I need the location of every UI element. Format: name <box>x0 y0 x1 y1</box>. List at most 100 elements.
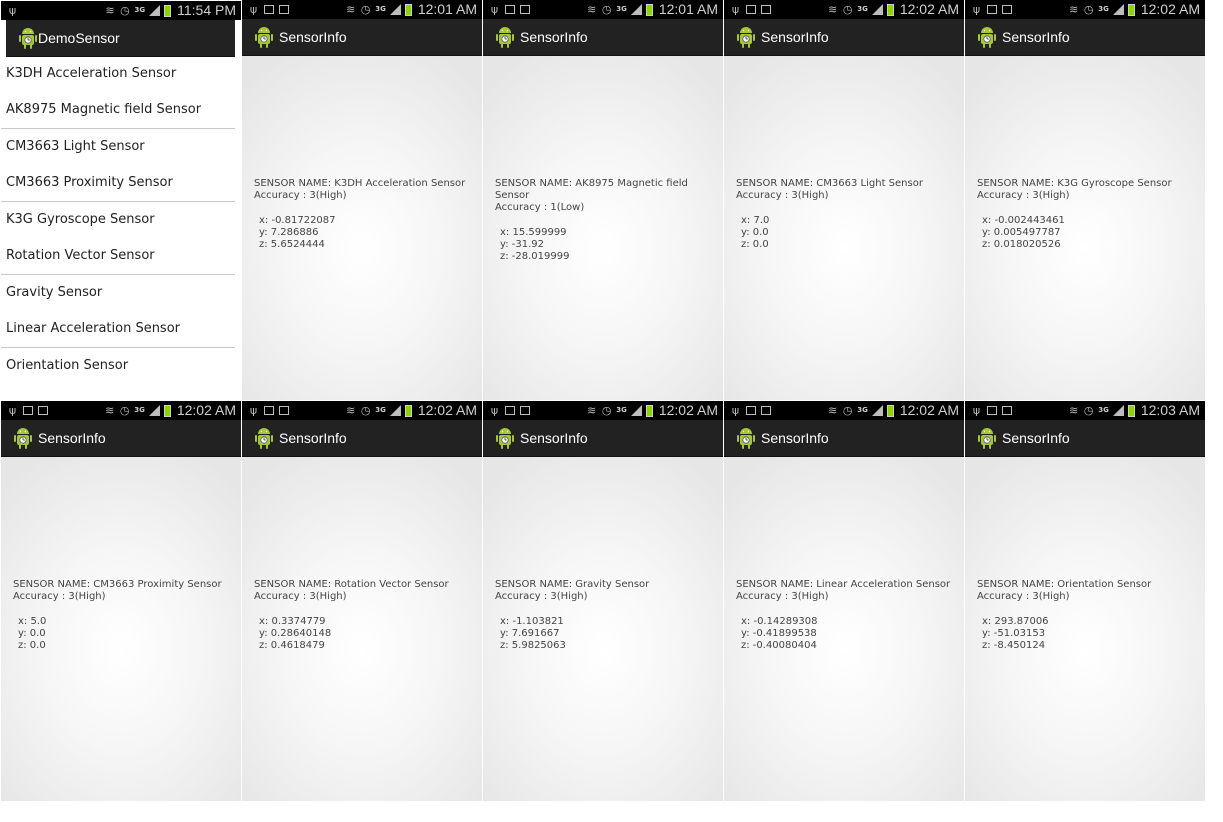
value-z: z: 0.0 <box>741 239 769 250</box>
android-app-icon[interactable] <box>18 27 38 49</box>
app-title: SensorInfo <box>761 29 829 45</box>
value-y: y: -31.92 <box>500 239 544 250</box>
screenshot-icon <box>520 406 530 415</box>
battery-icon <box>886 404 894 417</box>
android-app-icon[interactable] <box>495 26 515 48</box>
sensor-name-cont: Sensor <box>495 190 530 201</box>
value-y: y: 0.005497787 <box>982 227 1061 238</box>
usb-icon: ψ <box>731 2 740 16</box>
android-app-icon[interactable] <box>254 26 274 48</box>
battery-icon <box>1127 404 1135 417</box>
alarm-icon: ◷ <box>1083 2 1094 16</box>
sensor-details: SENSOR NAME: CM3663 Proximity Sensor Acc… <box>13 579 222 652</box>
battery-icon <box>1127 3 1135 16</box>
app-title: SensorInfo <box>1002 430 1070 446</box>
signal-icon <box>871 405 883 416</box>
android-app-icon[interactable] <box>736 26 756 48</box>
android-app-icon[interactable] <box>495 427 515 449</box>
screenshot-icon <box>38 406 48 415</box>
android-app-icon[interactable] <box>254 427 274 449</box>
screenshot-icon <box>279 5 289 14</box>
value-y: y: -0.41899538 <box>741 628 817 639</box>
app-title: DemoSensor <box>38 30 120 46</box>
3g-icon: 3G <box>1098 5 1109 13</box>
battery-icon <box>404 3 412 16</box>
android-app-icon[interactable] <box>977 427 997 449</box>
list-item[interactable]: AK8975 Magnetic field Sensor <box>1 92 235 128</box>
list-item[interactable]: CM3663 Proximity Sensor <box>1 165 235 201</box>
status-time: 12:02 AM <box>899 402 959 418</box>
alarm-icon: ◷ <box>601 403 612 417</box>
action-bar: DemoSensor <box>6 20 235 57</box>
app-title: SensorInfo <box>1002 29 1070 45</box>
3g-icon: 3G <box>134 6 146 14</box>
status-bar: ψ ≋ ◷ 3G 12:01 AM <box>483 0 723 19</box>
alarm-icon: ◷ <box>601 2 612 16</box>
battery-icon <box>404 404 412 417</box>
android-app-icon[interactable] <box>977 26 997 48</box>
sensor-info-screen: ψ ≋ ◷ 3G 12:02 AM SensorInfo SENSOR NAME… <box>242 401 482 801</box>
sensor-name: SENSOR NAME: Linear Acceleration Sensor <box>736 579 951 590</box>
alarm-icon: ◷ <box>120 3 130 17</box>
list-item[interactable]: Orientation Sensor <box>1 348 235 384</box>
value-z: z: 0.4618479 <box>259 640 325 651</box>
value-y: y: 0.0 <box>18 628 46 639</box>
value-x: x: 15.599999 <box>500 227 567 238</box>
sensor-info-screen: ψ ≋ ◷ 3G 12:02 AM SensorInfo SENSOR NAME… <box>724 401 964 801</box>
battery-icon <box>886 3 894 16</box>
mute-icon: ≋ <box>587 2 597 16</box>
sensor-name: SENSOR NAME: CM3663 Proximity Sensor <box>13 579 222 590</box>
mute-icon: ≋ <box>346 403 356 417</box>
list-item[interactable]: Rotation Vector Sensor <box>1 238 235 274</box>
action-bar: SensorInfo <box>1 420 241 457</box>
sensor-name: SENSOR NAME: K3G Gyroscope Sensor <box>977 178 1172 189</box>
usb-icon: ψ <box>490 403 499 417</box>
sensor-name: SENSOR NAME: Orientation Sensor <box>977 579 1152 590</box>
screenshot-icon <box>761 406 771 415</box>
status-bar: ψ ≋ ◷ 3G 12:02 AM <box>724 401 964 420</box>
status-time: 12:01 AM <box>658 1 718 17</box>
alarm-icon: ◷ <box>842 403 853 417</box>
value-x: x: 293.87006 <box>982 616 1049 627</box>
usb-icon: ψ <box>972 403 981 417</box>
sensor-details: SENSOR NAME: K3G Gyroscope Sensor Accura… <box>977 178 1172 251</box>
status-bar: ψ ≋ ◷ 3G 11:54 PM <box>1 1 241 20</box>
usb-icon: ψ <box>490 2 499 16</box>
image-icon <box>746 5 756 14</box>
list-item[interactable]: Linear Acceleration Sensor <box>1 311 235 347</box>
list-item[interactable]: Gravity Sensor <box>1 275 235 311</box>
sensor-list: K3DH Acceleration Sensor AK8975 Magnetic… <box>1 56 235 384</box>
status-time: 12:02 AM <box>658 402 718 418</box>
value-x: x: 7.0 <box>741 215 770 226</box>
list-item[interactable]: K3DH Acceleration Sensor <box>1 56 235 92</box>
sensor-accuracy: Accuracy : 3(High) <box>254 591 347 602</box>
3g-icon: 3G <box>616 406 627 414</box>
usb-icon: ψ <box>249 403 258 417</box>
sensor-details: SENSOR NAME: Linear Acceleration Sensor … <box>736 579 950 652</box>
mute-icon: ≋ <box>828 2 838 16</box>
usb-icon: ψ <box>249 2 258 16</box>
screenshot-icon <box>1002 5 1012 14</box>
android-app-icon[interactable] <box>13 427 33 449</box>
value-x: x: 0.3374779 <box>259 616 326 627</box>
signal-icon <box>389 4 401 15</box>
signal-icon <box>389 405 401 416</box>
action-bar: SensorInfo <box>483 420 723 457</box>
screenshot-icon <box>520 5 530 14</box>
sensor-info-screen: ψ ≋ ◷ 3G 12:03 AM SensorInfo SENSOR NAME… <box>965 401 1205 801</box>
list-item[interactable]: CM3663 Light Sensor <box>1 129 235 165</box>
signal-icon <box>1112 405 1124 416</box>
image-icon <box>23 406 33 415</box>
sensor-info-screen: ψ ≋ ◷ 3G 12:02 AM SensorInfo SENSOR NAME… <box>724 0 964 400</box>
value-z: z: 0.0 <box>18 640 46 651</box>
android-app-icon[interactable] <box>736 427 756 449</box>
image-icon <box>987 406 997 415</box>
3g-icon: 3G <box>857 5 868 13</box>
value-x: x: -1.103821 <box>500 616 564 627</box>
sensor-details: SENSOR NAME: AK8975 Magnetic field Senso… <box>495 178 688 263</box>
list-item[interactable]: K3G Gyroscope Sensor <box>1 202 235 238</box>
sensor-accuracy: Accuracy : 1(Low) <box>495 202 585 213</box>
3g-icon: 3G <box>375 406 386 414</box>
status-time: 12:03 AM <box>1140 402 1200 418</box>
alarm-icon: ◷ <box>360 2 371 16</box>
